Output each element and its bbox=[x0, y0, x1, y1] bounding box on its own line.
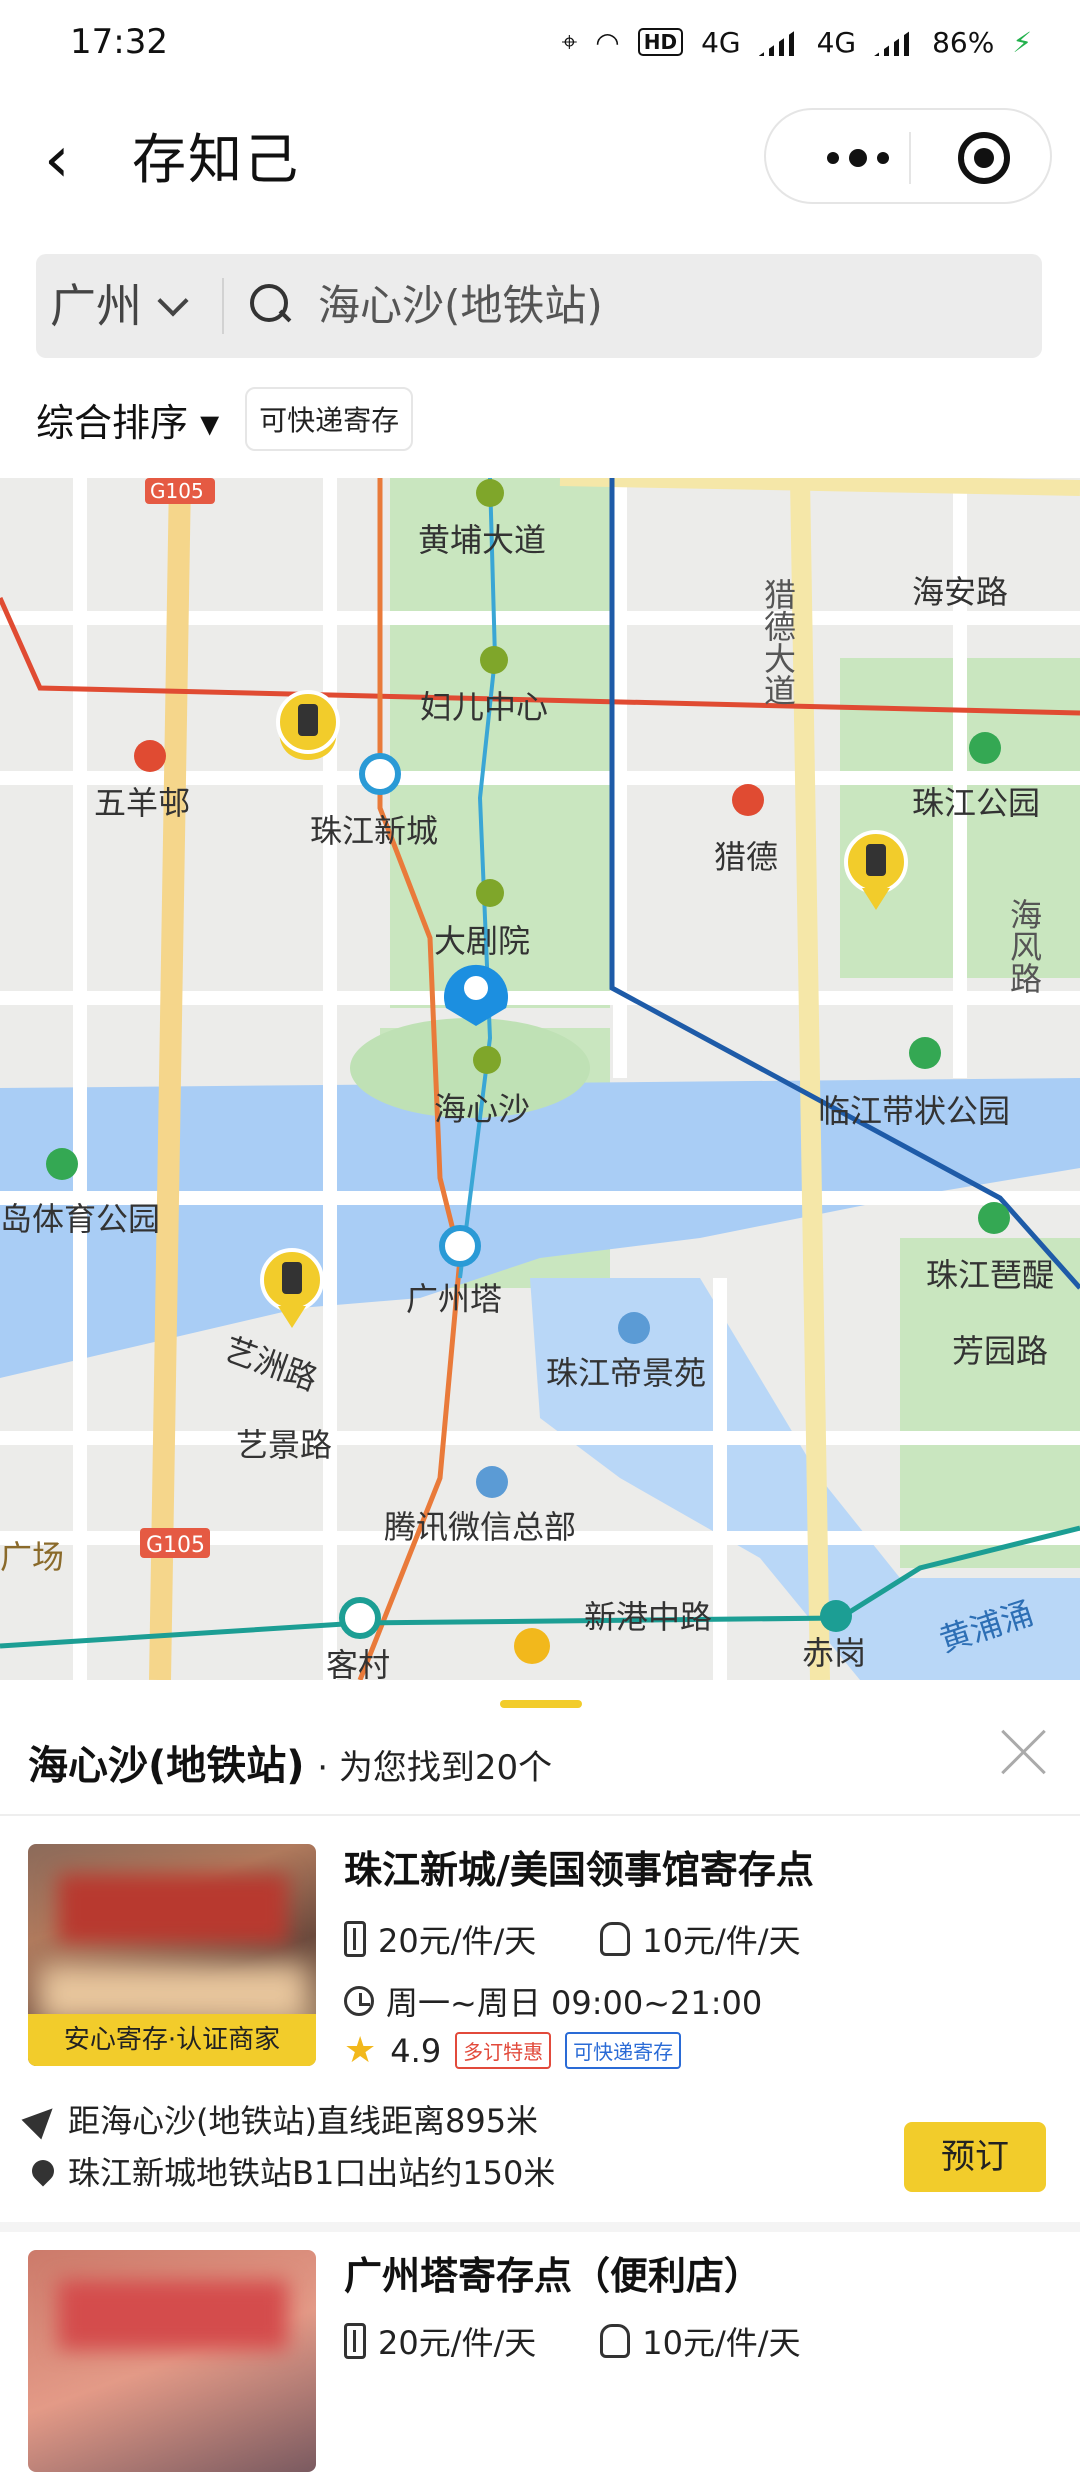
charging-icon: ⚡ bbox=[1012, 25, 1032, 59]
hours-row: 周一~周日 09:00~21:00 bbox=[344, 1978, 762, 2024]
distance-row: 距海心沙(地铁站)直线距离895米 bbox=[21, 2096, 539, 2142]
wifi-icon: ◠ bbox=[595, 25, 620, 59]
distance-text: 距海心沙(地铁站)直线距离895米 bbox=[68, 2102, 539, 2140]
opening-hours: 周一~周日 09:00~21:00 bbox=[386, 1984, 763, 2022]
map-label: 珠江新城 bbox=[310, 812, 438, 850]
map-label: 海心沙 bbox=[434, 1090, 530, 1128]
map-label: 猎德 bbox=[714, 838, 778, 876]
storage-pin-3 bbox=[260, 1248, 324, 1328]
results-header: 海心沙(地铁站) · 为您找到20个 bbox=[28, 1736, 552, 1798]
map-label: 大剧院 bbox=[434, 922, 530, 960]
store-photo[interactable]: 安心寄存·认证商家 bbox=[28, 1844, 316, 2066]
luggage-icon bbox=[344, 2323, 366, 2359]
map-label: 赤岗 bbox=[802, 1634, 866, 1672]
map-label: 岛体育公园 bbox=[0, 1200, 160, 1238]
map-label: 珠江帝景苑 bbox=[546, 1354, 706, 1392]
location-pin-icon bbox=[444, 964, 508, 1026]
search-input[interactable]: 海心沙(地铁站) bbox=[318, 272, 603, 340]
more-menu-button[interactable] bbox=[808, 138, 908, 178]
status-icons: ⌖ ◠ HD 4G 4G 86% ⚡ bbox=[562, 25, 1032, 59]
map-label: 艺景路 bbox=[236, 1426, 332, 1464]
map-label: G105 bbox=[150, 479, 204, 503]
city-selector[interactable]: 广州 bbox=[50, 272, 189, 340]
back-icon[interactable]: ‹ bbox=[44, 120, 104, 200]
huangpu-road bbox=[559, 478, 1080, 496]
map-label: 新港中路 bbox=[584, 1598, 712, 1636]
mall-icon bbox=[514, 1628, 550, 1664]
map-label: 艺洲路 bbox=[219, 1330, 322, 1399]
certified-ribbon: 安心寄存·认证商家 bbox=[28, 2014, 316, 2066]
express-tag: 可快递寄存 bbox=[565, 2032, 682, 2069]
map-label: 海风路 bbox=[1005, 898, 1043, 994]
map-canvas: G105 G105 黄埔大道 妇儿中心 五羊邨 珠江新城 猎德 海安路 珠江公园… bbox=[0, 478, 1080, 1680]
clock-icon bbox=[344, 1986, 374, 2016]
map-label: 芳园路 bbox=[952, 1332, 1048, 1370]
miniprogram-capsule bbox=[764, 108, 1052, 204]
store-name[interactable]: 广州塔寄存点（便利店） bbox=[344, 2250, 762, 2302]
map-label: 珠江公园 bbox=[912, 784, 1040, 822]
express-storage-chip[interactable]: 可快递寄存 bbox=[245, 387, 414, 451]
map-label: 广州塔 bbox=[406, 1280, 502, 1318]
location-row: 珠江新城地铁站B1口出站约150米 bbox=[27, 2148, 556, 2194]
book-button[interactable]: 预订 bbox=[904, 2122, 1046, 2192]
net-label-1: 4G bbox=[701, 25, 741, 59]
city-label: 广州 bbox=[50, 279, 142, 333]
residence-icon bbox=[618, 1312, 650, 1344]
map-view[interactable]: G105 G105 黄埔大道 妇儿中心 五羊邨 珠江新城 猎德 海安路 珠江公园… bbox=[0, 478, 1080, 1680]
hd-icon: HD bbox=[637, 28, 684, 56]
map-label: 妇儿中心 bbox=[420, 688, 548, 726]
results-count: · 为您找到20个 bbox=[317, 1748, 553, 1788]
location-text: 珠江新城地铁站B1口出站约150米 bbox=[68, 2154, 556, 2192]
drag-handle[interactable] bbox=[500, 1700, 582, 1708]
search-icon bbox=[250, 284, 292, 326]
map-label: 临江带状公园 bbox=[818, 1092, 1010, 1130]
star-icon: ★ bbox=[344, 2030, 377, 2071]
results-location: 海心沙(地铁站) bbox=[28, 1743, 305, 1789]
search-bar: 广州 海心沙(地铁站) bbox=[36, 254, 1042, 358]
office-icon bbox=[476, 1466, 508, 1498]
bag-icon bbox=[600, 1922, 631, 1956]
status-time: 17:32 bbox=[70, 22, 168, 62]
net-label-2: 4G bbox=[816, 25, 857, 59]
filter-bar: 综合排序 ▾ 可快递寄存 bbox=[36, 384, 414, 454]
price-large: 20元/件/天 bbox=[378, 2324, 537, 2362]
map-label: 海安路 bbox=[912, 573, 1008, 611]
price-row: 20元/件/天 10元/件/天 bbox=[344, 1916, 801, 1962]
price-small: 10元/件/天 bbox=[642, 1922, 801, 1960]
rating: 4.9 bbox=[390, 2031, 442, 2070]
map-label: 腾讯微信总部 bbox=[384, 1508, 576, 1546]
luggage-icon bbox=[344, 1921, 366, 1957]
map-pin-icon bbox=[27, 2155, 59, 2187]
rating-row: ★ 4.9 多订特惠 可快递寄存 bbox=[344, 2030, 682, 2071]
signal-icon-2 bbox=[874, 28, 915, 56]
location-icon: ⌖ bbox=[561, 25, 578, 58]
map-label: 广场 bbox=[0, 1538, 64, 1576]
sort-dropdown[interactable]: 综合排序 ▾ bbox=[36, 392, 219, 447]
map-label: 黄埔大道 bbox=[418, 521, 546, 559]
price-row: 20元/件/天 10元/件/天 bbox=[344, 2318, 801, 2364]
price-large: 20元/件/天 bbox=[378, 1922, 537, 1960]
g105-road bbox=[149, 478, 191, 1680]
close-icon[interactable] bbox=[1000, 1728, 1048, 1776]
multi-order-tag: 多订特惠 bbox=[455, 2032, 552, 2069]
bag-icon bbox=[600, 2324, 631, 2358]
navigation-arrow-icon bbox=[21, 2098, 63, 2140]
page-title: 存知己 bbox=[132, 128, 300, 191]
close-miniprogram-button[interactable] bbox=[958, 132, 1010, 184]
map-label: G105 bbox=[146, 1533, 205, 1558]
map-label: 珠江琶醍 bbox=[926, 1256, 1054, 1294]
store-photo[interactable] bbox=[28, 2250, 316, 2472]
chevron-down-icon bbox=[157, 285, 189, 317]
map-label: 客村 bbox=[326, 1646, 390, 1680]
map-label: 猎德大道 bbox=[759, 578, 797, 706]
price-small: 10元/件/天 bbox=[642, 2324, 801, 2362]
store-name[interactable]: 珠江新城/美国领事馆寄存点 bbox=[344, 1844, 814, 1896]
signal-icon-1 bbox=[758, 28, 799, 56]
battery-level: 86% bbox=[932, 25, 995, 59]
map-label: 五羊邨 bbox=[94, 784, 190, 822]
status-bar: 17:32 ⌖ ◠ HD 4G 4G 86% ⚡ bbox=[0, 0, 1080, 84]
